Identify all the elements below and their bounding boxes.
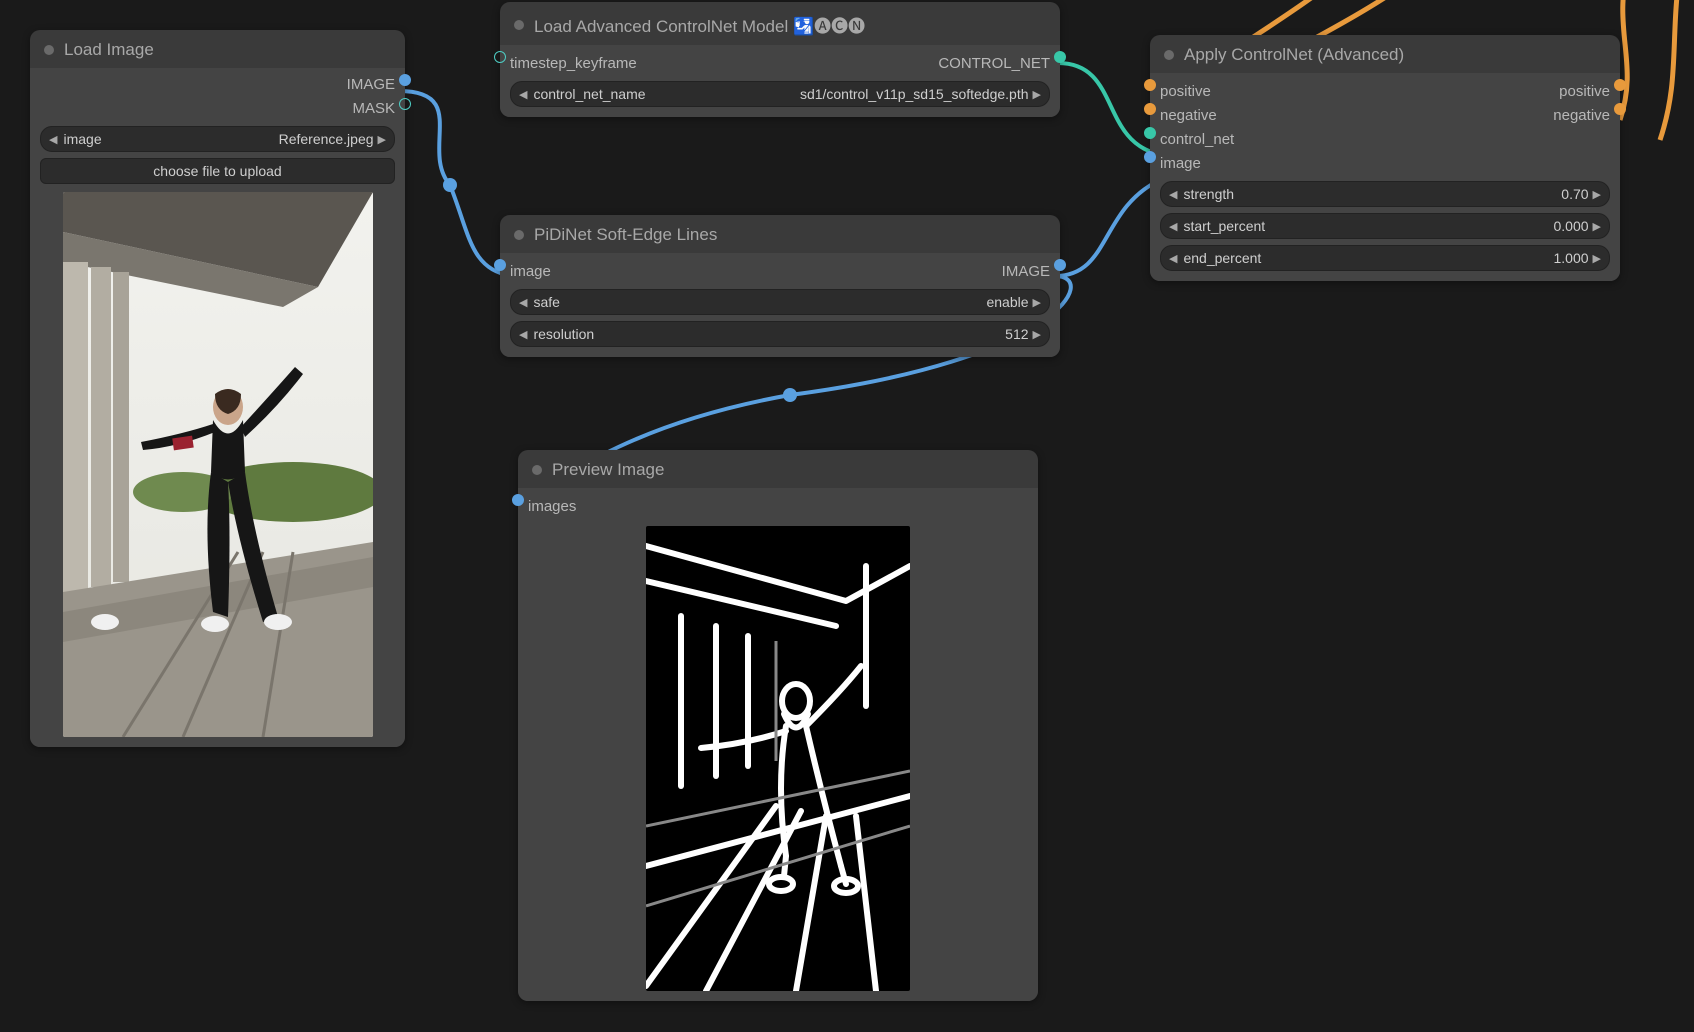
output-label: CONTROL_NET <box>938 55 1050 72</box>
output-port-mask[interactable] <box>399 98 411 110</box>
output-label: positive <box>1559 83 1610 100</box>
widget-value: Reference.jpeg <box>279 131 378 147</box>
input-port-image[interactable] <box>494 259 506 271</box>
output-port-image[interactable] <box>1054 259 1066 271</box>
button-label: choose file to upload <box>153 163 281 179</box>
input-label: timestep_keyframe <box>510 55 637 72</box>
widget-label: strength <box>1177 186 1561 202</box>
output-port-image[interactable] <box>399 74 411 86</box>
node-preview-image[interactable]: Preview Image images <box>518 450 1038 1001</box>
chevron-left-icon[interactable]: ◀ <box>49 133 57 146</box>
input-label: positive <box>1160 83 1211 100</box>
node-apply-controlnet[interactable]: Apply ControlNet (Advanced) positive pos… <box>1150 35 1620 281</box>
chevron-left-icon[interactable]: ◀ <box>1169 188 1177 201</box>
node-title: Apply ControlNet (Advanced) <box>1184 45 1404 65</box>
chevron-left-icon[interactable]: ◀ <box>519 328 527 341</box>
chevron-right-icon[interactable]: ▶ <box>1593 188 1601 201</box>
widget-end-percent[interactable]: ◀ end_percent 1.000 ▶ <box>1160 245 1610 271</box>
output-port-positive[interactable] <box>1614 79 1626 91</box>
widget-label: safe <box>527 294 986 310</box>
image-preview <box>40 192 395 737</box>
node-header[interactable]: Load Advanced ControlNet Model 🛂🅐🅒🅝 <box>500 2 1060 45</box>
collapse-dot-icon[interactable] <box>532 465 542 475</box>
chevron-right-icon[interactable]: ▶ <box>1033 328 1041 341</box>
output-label: negative <box>1553 107 1610 124</box>
node-title: Preview Image <box>552 460 664 480</box>
widget-resolution[interactable]: ◀ resolution 512 ▶ <box>510 321 1050 347</box>
node-load-image[interactable]: Load Image IMAGE MASK ◀ image Reference.… <box>30 30 405 747</box>
output-label: MASK <box>352 100 395 117</box>
widget-value: sd1/control_v11p_sd15_softedge.pth <box>800 86 1033 102</box>
output-port-control-net[interactable] <box>1054 51 1066 63</box>
chevron-right-icon[interactable]: ▶ <box>1593 252 1601 265</box>
widget-value: 512 <box>1005 326 1032 342</box>
chevron-left-icon[interactable]: ◀ <box>519 88 527 101</box>
title-text: Load Advanced ControlNet Model 🛂🅐🅒🅝 <box>534 17 865 36</box>
collapse-dot-icon[interactable] <box>514 230 524 240</box>
node-pidinet[interactable]: PiDiNet Soft-Edge Lines image IMAGE ◀ sa… <box>500 215 1060 357</box>
input-label: control_net <box>1160 131 1234 148</box>
collapse-dot-icon[interactable] <box>514 20 524 30</box>
node-header[interactable]: PiDiNet Soft-Edge Lines <box>500 215 1060 253</box>
input-port-timestep-keyframe[interactable] <box>494 51 506 63</box>
widget-start-percent[interactable]: ◀ start_percent 0.000 ▶ <box>1160 213 1610 239</box>
collapse-dot-icon[interactable] <box>44 45 54 55</box>
chevron-right-icon[interactable]: ▶ <box>1033 296 1041 309</box>
input-port-control-net[interactable] <box>1144 127 1156 139</box>
widget-label: start_percent <box>1177 218 1553 234</box>
widget-safe[interactable]: ◀ safe enable ▶ <box>510 289 1050 315</box>
node-load-acn-model[interactable]: Load Advanced ControlNet Model 🛂🅐🅒🅝 time… <box>500 2 1060 117</box>
chevron-right-icon[interactable]: ▶ <box>1033 88 1041 101</box>
input-label: image <box>1160 155 1201 172</box>
widget-label: control_net_name <box>527 86 799 102</box>
widget-value: enable <box>986 294 1032 310</box>
node-title: Load Advanced ControlNet Model 🛂🅐🅒🅝 <box>534 12 865 37</box>
chevron-left-icon[interactable]: ◀ <box>1169 220 1177 233</box>
widget-strength[interactable]: ◀ strength 0.70 ▶ <box>1160 181 1610 207</box>
collapse-dot-icon[interactable] <box>1164 50 1174 60</box>
input-port-images[interactable] <box>512 494 524 506</box>
node-header[interactable]: Preview Image <box>518 450 1038 488</box>
widget-control-net-name[interactable]: ◀ control_net_name sd1/control_v11p_sd15… <box>510 81 1050 107</box>
widget-value: 0.70 <box>1561 186 1592 202</box>
input-port-image[interactable] <box>1144 151 1156 163</box>
widget-value: 0.000 <box>1553 218 1592 234</box>
chevron-right-icon[interactable]: ▶ <box>378 133 386 146</box>
node-title: PiDiNet Soft-Edge Lines <box>534 225 717 245</box>
image-preview-output <box>528 526 1028 991</box>
chevron-left-icon[interactable]: ◀ <box>519 296 527 309</box>
widget-label: resolution <box>527 326 1005 342</box>
widget-label: end_percent <box>1177 250 1553 266</box>
node-header[interactable]: Load Image <box>30 30 405 68</box>
widget-label: image <box>57 131 278 147</box>
output-label: IMAGE <box>347 76 395 93</box>
output-label: IMAGE <box>1002 263 1050 280</box>
input-port-negative[interactable] <box>1144 103 1156 115</box>
input-port-positive[interactable] <box>1144 79 1156 91</box>
node-header[interactable]: Apply ControlNet (Advanced) <box>1150 35 1620 73</box>
node-title: Load Image <box>64 40 154 60</box>
output-port-negative[interactable] <box>1614 103 1626 115</box>
input-label: image <box>510 263 551 280</box>
chevron-left-icon[interactable]: ◀ <box>1169 252 1177 265</box>
upload-button[interactable]: choose file to upload <box>40 158 395 184</box>
input-label: negative <box>1160 107 1217 124</box>
widget-value: 1.000 <box>1553 250 1592 266</box>
chevron-right-icon[interactable]: ▶ <box>1593 220 1601 233</box>
input-label: images <box>528 498 576 515</box>
widget-image-file[interactable]: ◀ image Reference.jpeg ▶ <box>40 126 395 152</box>
